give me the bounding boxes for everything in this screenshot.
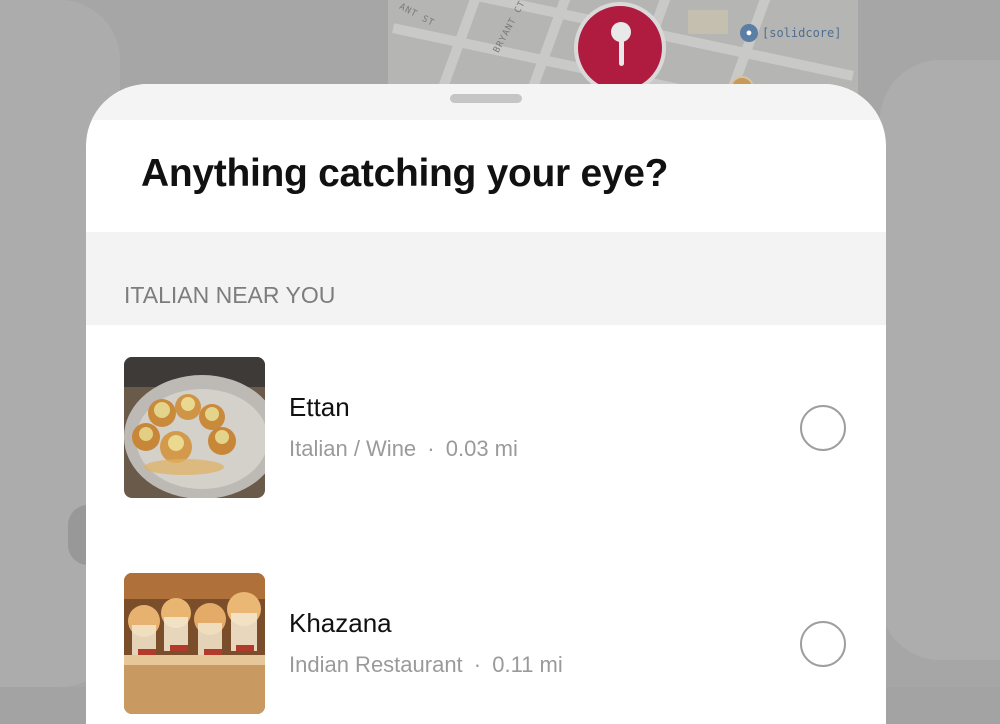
place-distance: 0.03 mi: [445, 436, 518, 461]
food-photo: [124, 573, 265, 714]
map-poi-solidcore[interactable]: ● [solidcore]: [740, 24, 841, 42]
place-category: Indian Restaurant: [289, 652, 463, 677]
place-category: Italian / Wine: [289, 436, 417, 461]
place-distance: 0.11 mi: [492, 652, 563, 677]
place-meta: Indian Restaurant · 0.11 mi: [289, 652, 563, 678]
food-photo: [124, 357, 265, 498]
place-meta: Italian / Wine · 0.03 mi: [289, 436, 518, 462]
select-radio-ettan[interactable]: [800, 405, 846, 451]
list-item-ettan[interactable]: Ettan Italian / Wine · 0.03 mi: [86, 346, 886, 498]
select-radio-khazana[interactable]: [800, 621, 846, 667]
poi-label: [solidcore]: [762, 26, 842, 40]
place-name: Khazana: [289, 608, 392, 638]
background-card-right: [880, 60, 1000, 660]
pin-stem: [619, 36, 624, 66]
drag-handle[interactable]: [450, 94, 522, 103]
section-header: [86, 232, 886, 325]
map-building: [688, 10, 728, 34]
bottom-sheet: Anything catching your eye? ITALIAN NEAR…: [86, 84, 886, 724]
place-photo: [124, 357, 265, 498]
sheet-title: Anything catching your eye?: [141, 152, 669, 195]
meta-separator: ·: [473, 652, 482, 677]
meta-separator: ·: [427, 436, 435, 461]
place-photo: [124, 573, 265, 714]
list-item-khazana[interactable]: Khazana Indian Restaurant · 0.11 mi: [86, 562, 886, 714]
section-label: ITALIAN NEAR YOU: [124, 282, 336, 308]
location-pin-icon[interactable]: [574, 2, 666, 94]
place-name: Ettan: [289, 392, 350, 422]
dumbbell-icon: ●: [740, 24, 758, 42]
